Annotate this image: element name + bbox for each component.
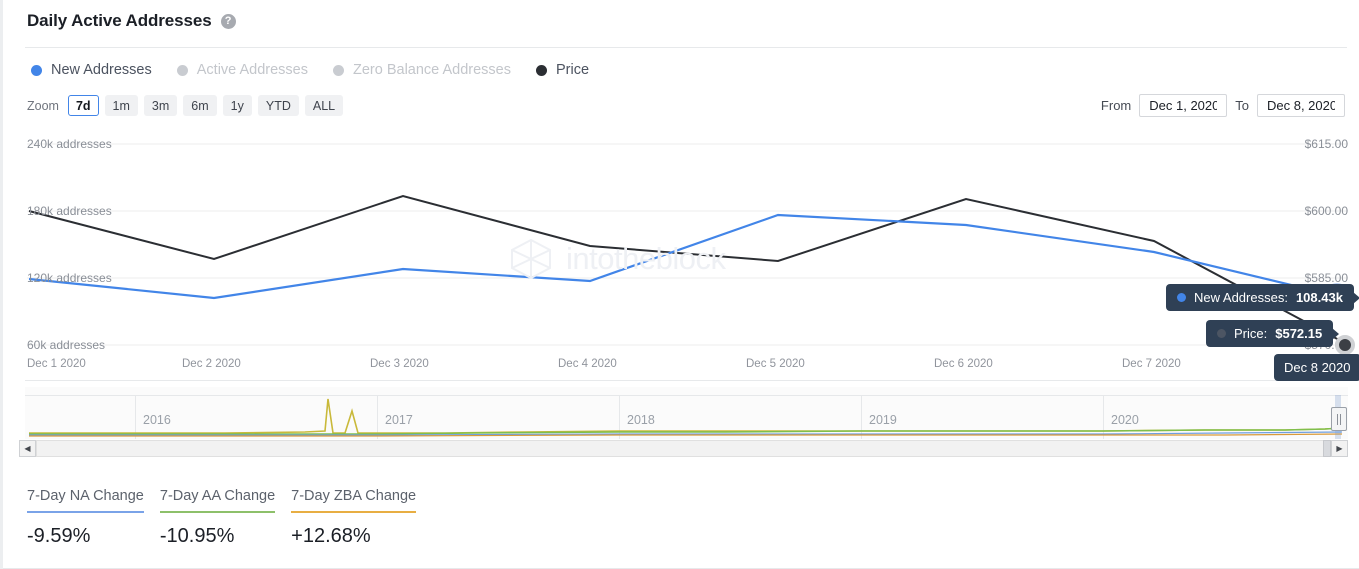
- legend-dot-icon: [535, 64, 547, 76]
- y-axis-left-tick: 240k addresses: [27, 137, 112, 151]
- navigator-scrollbar[interactable]: ◀ ▶: [19, 440, 1348, 457]
- tooltip-date-text: Dec 8 2020: [1284, 360, 1351, 375]
- stat-title: 7-Day AA Change: [159, 488, 276, 513]
- to-date-input[interactable]: [1257, 94, 1345, 117]
- tooltip-label: Price:: [1234, 326, 1268, 341]
- zoom-button-1m[interactable]: 1m: [104, 95, 138, 116]
- zoom-button-all[interactable]: ALL: [304, 95, 344, 116]
- zoom-button-6m[interactable]: 6m: [183, 95, 217, 116]
- stat-card-aa-change: 7-Day AA Change -10.95%: [159, 488, 276, 548]
- page-title: Daily Active Addresses: [27, 11, 212, 30]
- zoom-button-1y[interactable]: 1y: [222, 95, 252, 116]
- stat-card-na-change: 7-Day NA Change -9.59%: [27, 488, 144, 548]
- date-range-controls: From To: [1101, 94, 1345, 117]
- chart-plot-area[interactable]: 240k addresses 180k addresses 120k addre…: [3, 133, 1359, 358]
- y-axis-right-tick: $600.00: [1304, 204, 1348, 218]
- series-line-price: [28, 194, 1342, 342]
- help-circle-icon[interactable]: ?: [220, 13, 236, 29]
- scroll-left-button[interactable]: ◀: [19, 440, 36, 457]
- scrollbar-track[interactable]: [36, 440, 1331, 457]
- zoom-range-selector: Zoom 7d 1m 3m 6m 1y YTD ALL: [27, 95, 344, 116]
- x-axis-tick: Dec 1 2020: [27, 358, 86, 370]
- zoom-button-3m[interactable]: 3m: [143, 95, 178, 116]
- legend-item-active-addresses[interactable]: Active Addresses: [176, 62, 308, 78]
- scroll-right-button[interactable]: ▶: [1331, 440, 1348, 457]
- x-axis-tick: Dec 4 2020: [558, 358, 617, 370]
- stat-title: 7-Day ZBA Change: [291, 488, 417, 513]
- chart-legend: New Addresses Active Addresses Zero Bala…: [31, 62, 589, 78]
- chart-navigator[interactable]: 2016 2017 2018 2019 2020: [25, 387, 1348, 439]
- y-axis-left-tick: 180k addresses: [27, 204, 112, 218]
- zoom-label: Zoom: [27, 98, 59, 113]
- y-axis-left-tick: 60k addresses: [27, 338, 106, 352]
- x-axis: Dec 1 2020 Dec 2 2020 Dec 3 2020 Dec 4 2…: [3, 358, 1359, 380]
- y-axis-right-tick: $615.00: [1304, 137, 1348, 151]
- x-axis-tick: Dec 3 2020: [370, 358, 429, 370]
- navigator-year-tick: 2016: [143, 413, 171, 427]
- navigator-year-tick: 2018: [627, 413, 655, 427]
- legend-dot-icon: [176, 64, 188, 76]
- x-axis-tick: Dec 7 2020: [1122, 358, 1181, 370]
- navigator-series-svg: [29, 398, 1343, 437]
- navigator-year-tick: 2020: [1111, 413, 1139, 427]
- tooltip-arrow-icon: [1352, 291, 1359, 304]
- tooltip-label: New Addresses:: [1194, 290, 1288, 305]
- series-line-new-addresses: [28, 213, 1342, 300]
- from-date-input[interactable]: [1139, 94, 1228, 117]
- summary-stats: 7-Day NA Change -9.59% 7-Day AA Change -…: [27, 488, 417, 548]
- stat-value: +12.68%: [291, 525, 371, 547]
- chart-svg: [27, 143, 1348, 346]
- x-axis-tick: Dec 5 2020: [746, 358, 805, 370]
- legend-label: Zero Balance Addresses: [352, 62, 511, 78]
- tooltip-arrow-icon: [1332, 327, 1340, 340]
- legend-item-zero-balance-addresses[interactable]: Zero Balance Addresses: [332, 62, 511, 78]
- y-axis-right-tick: $585.00: [1304, 271, 1348, 285]
- x-axis-tick: Dec 2 2020: [182, 358, 241, 370]
- plot-bottom-divider: [25, 380, 1345, 381]
- tooltip-value: 108.43k: [1295, 290, 1343, 305]
- legend-item-price[interactable]: Price: [535, 62, 590, 78]
- stat-card-zba-change: 7-Day ZBA Change +12.68%: [291, 488, 417, 548]
- to-label: To: [1235, 98, 1249, 113]
- navigator-year-tick: 2017: [385, 413, 413, 427]
- from-label: From: [1100, 98, 1132, 113]
- legend-label: Price: [555, 62, 590, 78]
- tooltip-dot-icon: [1177, 293, 1186, 302]
- tooltip-new-addresses: New Addresses: 108.43k: [1166, 284, 1359, 311]
- tooltip-date: Dec 8 2020: [1274, 354, 1359, 381]
- legend-dot-icon: [31, 64, 42, 76]
- legend-label: Active Addresses: [196, 62, 308, 78]
- tooltip-dot-icon: [1217, 329, 1226, 338]
- chart-header: Daily Active Addresses ?: [27, 11, 236, 31]
- daily-active-addresses-chart-card: Daily Active Addresses ? New Addresses A…: [0, 0, 1359, 569]
- legend-item-new-addresses[interactable]: New Addresses: [31, 62, 152, 78]
- navigator-right-handle[interactable]: [1331, 407, 1347, 431]
- stat-value: -9.59%: [27, 525, 91, 547]
- scrollbar-thumb[interactable]: [1323, 440, 1331, 457]
- legend-dot-icon: [332, 64, 344, 76]
- stat-value: -10.95%: [159, 525, 235, 547]
- x-axis-tick: Dec 6 2020: [934, 358, 993, 370]
- zoom-button-ytd[interactable]: YTD: [257, 95, 299, 116]
- zoom-button-7d[interactable]: 7d: [67, 95, 99, 116]
- stat-title: 7-Day NA Change: [27, 488, 144, 513]
- legend-label: New Addresses: [51, 62, 152, 78]
- navigator-year-tick: 2019: [869, 413, 897, 427]
- tooltip-price: Price: $572.15: [1206, 320, 1340, 347]
- tooltip-value: $572.15: [1275, 326, 1323, 341]
- y-axis-left-tick: 120k addresses: [27, 271, 112, 285]
- header-divider: [25, 47, 1347, 48]
